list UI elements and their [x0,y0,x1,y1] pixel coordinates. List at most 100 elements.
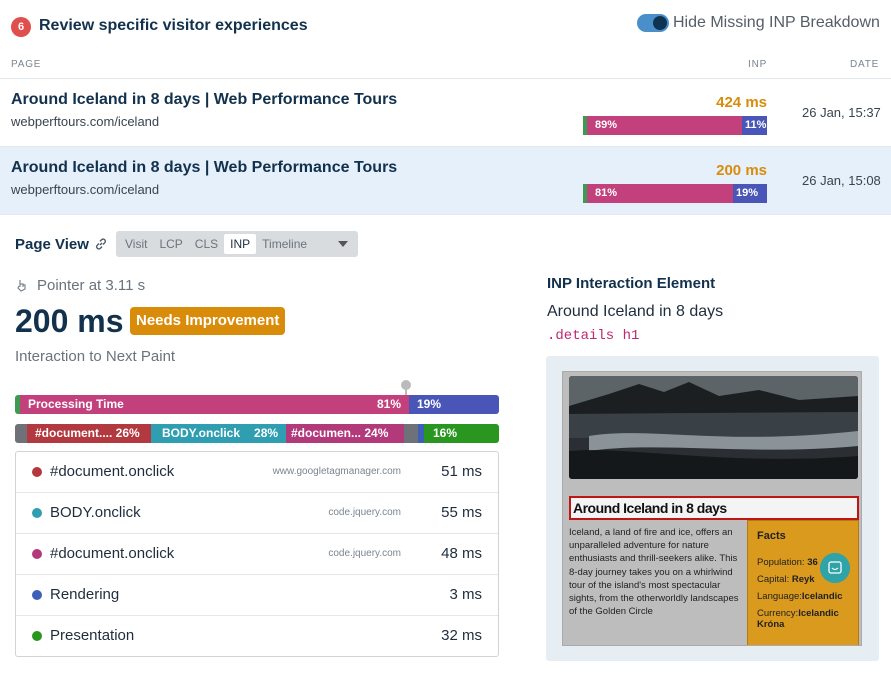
row-page-url: webperftours.com/iceland [11,182,160,197]
column-header-inp[interactable]: INP [748,59,767,70]
bar-processing: 81% [587,184,733,203]
facts-key: Currency: [757,608,799,619]
dot-icon [32,467,42,477]
chevron-down-icon[interactable] [338,241,348,247]
table-row-selected[interactable]: Around Iceland in 8 days | Web Performan… [0,147,891,215]
page-view-tabs: Visit LCP CLS INP Timeline [116,231,358,257]
list-item[interactable]: #document.onclick www.googletagmanager.c… [16,452,498,493]
bar-rendering: 11% [742,116,767,135]
item-source: code.jquery.com [328,507,401,518]
facts-row: Currency:Icelandic Króna [757,608,857,630]
dot-icon [32,631,42,641]
processing-pct: 81% [376,397,401,411]
row-page-title: Around Iceland in 8 days | Web Performan… [11,91,398,108]
processing-breakdown-bar: Processing Time 81% 19% [15,395,499,414]
dot-icon [32,590,42,600]
facts-row: Population: 36 [757,557,818,568]
item-label: Rendering [50,586,120,603]
row-inp-bar: 81% 19% [583,184,767,203]
facts-value: 36 [807,557,818,568]
count-badge: 6 [11,17,31,37]
section-header: 6 Review specific visitor experiences Hi… [0,0,891,56]
bar-processing: 89% [587,116,742,135]
bar-presentation[interactable]: 16% [424,424,499,443]
facts-key: Population: [757,557,805,568]
item-source: code.jquery.com [328,548,401,559]
bar-rendering: 19% [409,395,499,414]
chat-icon [820,553,850,583]
facts-key: Capital: [757,574,790,585]
hide-missing-inp-toggle[interactable] [637,14,669,32]
toggle-label[interactable]: Hide Missing INP Breakdown [673,14,880,32]
tab-timeline[interactable]: Timeline [256,234,313,254]
inp-value: 200 ms [15,303,124,339]
element-selector: .details h1 [547,328,640,344]
bar-gap [404,424,418,443]
item-value: 48 ms [441,545,482,562]
row-date: 26 Jan, 15:37 [802,105,881,120]
item-value: 3 ms [449,586,482,603]
dot-icon [32,508,42,518]
tab-cls[interactable]: CLS [189,234,224,254]
pointer-icon [17,280,26,292]
tab-visit[interactable]: Visit [119,234,153,254]
facts-row: Capital: Reyk [757,574,815,585]
tab-inp[interactable]: INP [224,234,257,254]
section-title: Review specific visitor experiences [39,17,308,34]
item-label: Presentation [50,627,135,644]
facts-title: Facts [757,530,786,542]
row-inp-value: 200 ms [716,162,767,179]
status-badge: Needs Improvement [130,307,286,335]
breakdown-list: #document.onclick www.googletagmanager.c… [15,451,499,657]
row-page-url: webperftours.com/iceland [11,114,160,129]
list-item[interactable]: Rendering 3 ms [16,575,498,616]
bar-script-1[interactable]: #document.... 26% [27,424,151,443]
bar-rendering: 19% [733,184,767,203]
link-icon[interactable] [94,237,108,251]
row-page-title: Around Iceland in 8 days | Web Performan… [11,159,398,176]
preview-heading: Around Iceland in 8 days [573,500,727,516]
bar-script-2-pct: 28% [254,426,279,440]
processing-label: Processing Time [28,397,124,411]
list-item[interactable]: #document.onclick code.jquery.com 48 ms [16,534,498,575]
tab-lcp[interactable]: LCP [153,234,188,254]
item-value: 55 ms [441,504,482,521]
interaction-trigger: Pointer at 3.11 s [37,277,146,294]
bar-processing: Processing Time 81% [20,395,409,414]
page-view-title: Page View [15,236,89,253]
preview-facts-box: Facts Population: 36 Capital: Reyk Langu… [747,520,859,645]
item-source: www.googletagmanager.com [272,466,401,477]
dot-icon [32,549,42,559]
item-label: BODY.onclick [50,504,141,521]
row-inp-value: 424 ms [716,94,767,111]
item-value: 32 ms [441,627,482,644]
element-title: INP Interaction Element [547,275,716,292]
row-date: 26 Jan, 15:08 [802,173,881,188]
facts-value: Icelandic [801,591,843,602]
bar-script-2[interactable]: BODY.onclick 28% [151,424,286,443]
toggle-knob [653,16,667,30]
script-breakdown-bar: #document.... 26% BODY.onclick 28% #docum… [15,424,499,443]
preview-body-text: Iceland, a land of fire and ice, offers … [569,527,739,618]
table-row[interactable]: Around Iceland in 8 days | Web Performan… [0,79,891,147]
element-screenshot: Around Iceland in 8 days Iceland, a land… [562,371,862,646]
bar-script-3[interactable]: #documen... 24% [286,424,404,443]
list-item[interactable]: Presentation 32 ms [16,616,498,657]
item-label: #document.onclick [50,463,175,480]
item-value: 51 ms [441,463,482,480]
bar-gap [15,424,27,443]
element-text: Around Iceland in 8 days [547,303,724,320]
facts-value: Reyk [791,574,815,585]
bar-marker-dot [401,380,411,390]
facts-key: Language: [757,591,802,602]
element-preview-panel: Around Iceland in 8 days Iceland, a land… [546,356,879,661]
bar-script-2-label: BODY.onclick [162,426,241,440]
metric-name: Interaction to Next Paint [15,348,176,365]
list-item[interactable]: BODY.onclick code.jquery.com 55 ms [16,493,498,534]
row-inp-bar: 89% 11% [583,116,767,135]
facts-row: Language:Icelandic [757,591,843,602]
item-label: #document.onclick [50,545,175,562]
column-header-page[interactable]: PAGE [11,59,41,70]
landscape-image [569,376,858,479]
column-header-date[interactable]: DATE [850,59,879,70]
